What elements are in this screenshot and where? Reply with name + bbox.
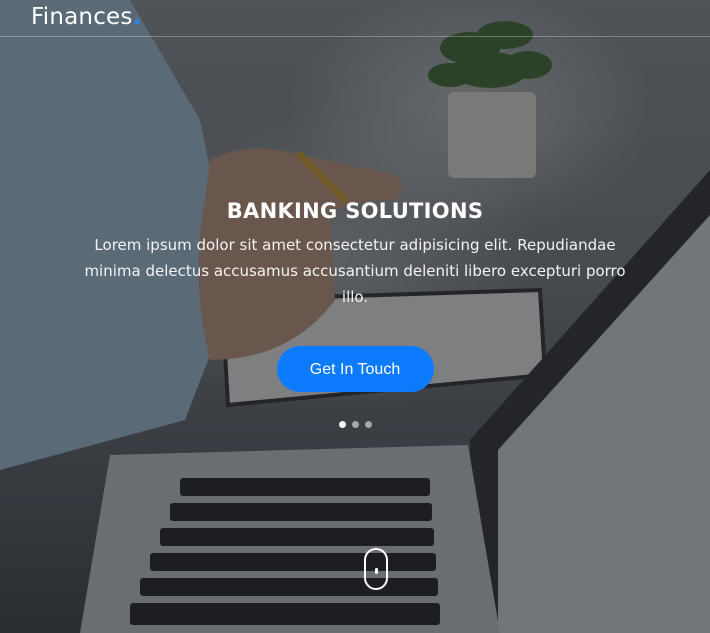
slider-dot-3[interactable] xyxy=(364,421,372,428)
brand-name: Finances xyxy=(31,4,133,30)
get-in-touch-button[interactable]: Get In Touch xyxy=(276,346,434,392)
slide-title: BANKING SOLUTIONS xyxy=(226,199,484,223)
slider-dot-2[interactable] xyxy=(351,421,359,428)
scroll-wheel xyxy=(375,568,378,574)
brand-accent-dot: . xyxy=(132,4,142,30)
brand-logo[interactable]: Finances. xyxy=(31,1,142,33)
site-header: Finances. xyxy=(0,0,710,37)
mouse-scroll-icon[interactable] xyxy=(364,548,388,590)
hero-slide: BANKING SOLUTIONS Lorem ipsum dolor sit … xyxy=(0,196,710,392)
slide-description: Lorem ipsum dolor sit amet consectetur a… xyxy=(84,236,626,306)
slider-dot-1[interactable] xyxy=(338,421,346,428)
hero-section: Finances. BANKING SOLUTIONS Lorem ipsum … xyxy=(0,0,710,633)
slider-pagination xyxy=(0,421,710,428)
